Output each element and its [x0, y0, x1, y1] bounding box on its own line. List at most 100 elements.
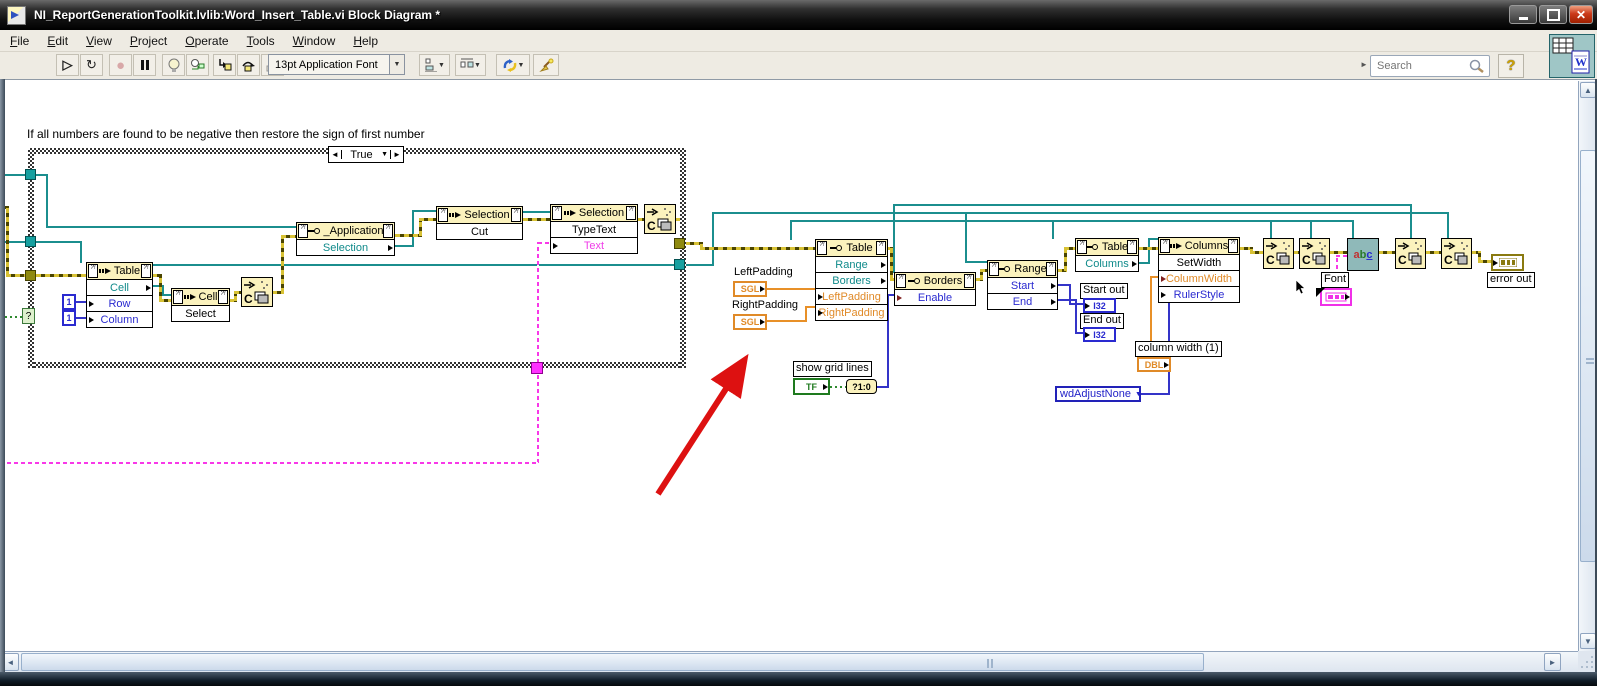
font-selector-dropdown[interactable]: ▼ — [389, 54, 405, 75]
wire-error[interactable] — [36, 274, 87, 277]
wire-table-ref[interactable] — [685, 264, 712, 266]
wire-cell-ref[interactable] — [162, 294, 171, 296]
tunnel-app-ref[interactable] — [25, 169, 36, 180]
wire-end[interactable] — [1075, 299, 1077, 334]
wire-error[interactable] — [6, 206, 9, 276]
wire-app-ref[interactable] — [46, 174, 48, 228]
clean-up-diagram-button[interactable] — [533, 54, 559, 76]
node-row-rulerstyle[interactable]: RulerStyle — [1174, 289, 1225, 301]
node-row-borders[interactable]: Borders — [832, 275, 871, 287]
wire-table-fmt-ref[interactable] — [790, 220, 792, 240]
sgl-control-rightpadding[interactable]: SGL — [733, 314, 767, 330]
dbl-control-column-width[interactable]: DBL — [1137, 357, 1171, 372]
numeric-constant-column[interactable]: 1 — [62, 310, 76, 326]
property-node-table-columns[interactable]: ?! Table ?! Columns — [1075, 238, 1139, 272]
wire-ref-rail-3[interactable] — [893, 204, 1412, 206]
vertical-scrollbar[interactable]: ▲ ▼ — [1578, 81, 1596, 651]
node-row-end[interactable]: End — [1013, 296, 1033, 308]
wire-text-string[interactable] — [0, 462, 538, 464]
highlight-execution-button[interactable] — [162, 54, 185, 76]
wire-error[interactable] — [1138, 247, 1160, 250]
wire-error[interactable] — [1250, 251, 1264, 254]
wire-close-ref-drop[interactable] — [1310, 220, 1312, 239]
sgl-control-leftpadding[interactable]: SGL — [733, 281, 767, 297]
case-next-icon[interactable]: ► — [390, 150, 403, 159]
tunnel-error-out[interactable] — [674, 238, 685, 249]
wire-error[interactable] — [419, 218, 437, 221]
search-scope-arrow-icon[interactable]: ► — [1360, 60, 1368, 69]
property-node-borders[interactable]: ?! Borders ?! Enable — [894, 272, 976, 306]
align-objects-button[interactable]: ▼ — [419, 54, 450, 76]
invoke-node-selection-typetext[interactable]: ?! Selection ?! TypeText Text — [550, 204, 638, 254]
wire-close-ref-drop[interactable] — [1270, 220, 1272, 239]
retain-wire-values-button[interactable] — [186, 54, 209, 76]
wire-rightpadding[interactable] — [766, 320, 807, 322]
error-out-indicator[interactable] — [1491, 254, 1524, 271]
invoke-node-selection-cut[interactable]: ?! Selection ?! Cut — [436, 206, 523, 240]
menu-file[interactable]: File — [10, 34, 29, 48]
wire-columns-ref[interactable] — [1148, 238, 1150, 264]
node-row-leftpadding[interactable]: LeftPadding — [822, 291, 881, 303]
property-node-table-format[interactable]: ?! Table ?! Range Borders LeftPadding Ri… — [815, 239, 888, 321]
wire-text-string[interactable] — [537, 374, 539, 463]
invoke-node-columns-setwidth[interactable]: ?! Columns ?! SetWidth ColumnWidth Ruler… — [1158, 237, 1240, 303]
close-button[interactable]: ✕ — [1569, 5, 1593, 24]
menu-view[interactable]: View — [86, 34, 112, 48]
wire-error[interactable] — [890, 247, 893, 280]
node-row-start[interactable]: Start — [1011, 280, 1034, 292]
case-prev-icon[interactable]: ◄ — [329, 150, 342, 159]
wire-error[interactable] — [281, 235, 297, 238]
i32-indicator-end-out[interactable]: I32 — [1083, 327, 1116, 342]
run-continuous-button[interactable]: ↻ — [80, 54, 103, 76]
vi-icon[interactable]: W — [1549, 34, 1595, 78]
property-node-range[interactable]: ?! Range ?! Start End — [987, 260, 1058, 310]
node-row-select[interactable]: Select — [185, 308, 216, 320]
wire-ref-rail-1[interactable] — [712, 212, 1449, 214]
menu-project[interactable]: Project — [130, 34, 167, 48]
invoke-node-cell-select[interactable]: ?! Cell ?! Select — [171, 288, 230, 322]
horizontal-scrollbar[interactable]: ◄ ► — [0, 651, 1578, 672]
wire-bool[interactable] — [830, 386, 846, 388]
node-row-setwidth[interactable]: SetWidth — [1177, 257, 1222, 269]
tunnel-text-string[interactable] — [531, 362, 543, 374]
wire-rightpadding[interactable] — [805, 306, 807, 322]
close-reference-node[interactable]: C — [1263, 238, 1294, 269]
wire-error[interactable] — [395, 234, 422, 237]
wire-rulerstyle[interactable] — [1140, 393, 1170, 395]
wire-selection-ref[interactable] — [523, 211, 550, 213]
node-row-column[interactable]: Column — [101, 314, 139, 326]
font-selector[interactable]: 13pt Application Font — [268, 54, 390, 75]
tunnel-table-ref-out[interactable] — [674, 259, 685, 270]
run-button[interactable]: ▷ — [56, 54, 79, 76]
step-over-button[interactable] — [237, 54, 260, 76]
i32-indicator-start-out[interactable]: I32 — [1083, 298, 1116, 313]
wire-close-ref-drop[interactable] — [1410, 204, 1412, 239]
node-row-text[interactable]: Text — [584, 240, 604, 252]
wire-error[interactable] — [700, 247, 816, 250]
scroll-up-button[interactable]: ▲ — [1580, 82, 1596, 98]
node-row-cell[interactable]: Cell — [110, 282, 129, 294]
close-reference-node[interactable]: C — [1395, 238, 1426, 269]
wire-app-ref[interactable] — [46, 226, 298, 228]
node-row-rightpadding[interactable]: RightPadding — [818, 307, 884, 319]
reorder-objects-button[interactable]: ▼ — [496, 54, 530, 76]
wire-error[interactable] — [1064, 247, 1067, 271]
close-reference-node[interactable]: C — [644, 204, 676, 234]
boolean-to-number-node[interactable]: ?1:0 — [846, 379, 877, 394]
case-structure-border-left[interactable] — [28, 148, 34, 368]
menu-help[interactable]: Help — [353, 34, 378, 48]
node-row-columnwidth[interactable]: ColumnWidth — [1166, 273, 1232, 285]
wire-error[interactable] — [281, 235, 284, 293]
subvi-set-font[interactable]: abc — [1347, 238, 1379, 271]
menu-operate[interactable]: Operate — [185, 34, 228, 48]
wire-range-ref[interactable] — [965, 261, 989, 263]
step-into-button[interactable] — [213, 54, 236, 76]
case-selector[interactable]: ◄ True ▼ ► — [328, 146, 404, 163]
wire-table-ref[interactable] — [36, 241, 82, 243]
scroll-down-button[interactable]: ▼ — [1580, 633, 1596, 649]
wire-selection-ref[interactable] — [412, 211, 414, 247]
case-structure-border-bottom[interactable] — [28, 362, 686, 368]
node-row-enable[interactable]: Enable — [918, 292, 952, 304]
wire-start[interactable] — [1069, 284, 1071, 305]
close-reference-node[interactable]: C — [241, 277, 273, 307]
